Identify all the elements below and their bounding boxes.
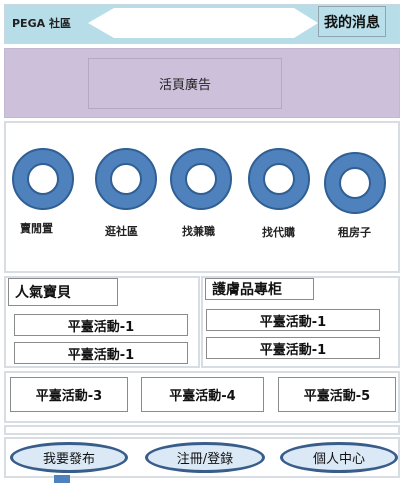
register-login-button[interactable]: 注冊/登錄 xyxy=(145,442,265,473)
activity-5-button[interactable]: 平臺活動-5 xyxy=(278,377,396,412)
skincare-activity-2[interactable]: 平臺活動-1 xyxy=(206,337,380,359)
activity-3-button[interactable]: 平臺活動-3 xyxy=(10,377,128,412)
sell-idle-icon[interactable] xyxy=(12,148,74,210)
popular-activity-2[interactable]: 平臺活動-1 xyxy=(14,342,188,364)
brand-title: PEGA 社區 xyxy=(12,17,71,30)
popular-title[interactable]: 人氣寶貝 xyxy=(8,278,118,306)
purchasing-agent-icon[interactable] xyxy=(248,148,310,210)
ad-banner-text: 活頁廣告 xyxy=(88,58,282,109)
skincare-activity-1[interactable]: 平臺活動-1 xyxy=(206,309,380,331)
category-sell-idle[interactable]: 賣閒置 xyxy=(20,220,53,236)
my-messages-button[interactable]: 我的消息 xyxy=(318,6,386,37)
profile-button[interactable]: 個人中心 xyxy=(280,442,398,473)
rent-house-icon[interactable] xyxy=(324,152,386,214)
browse-community-icon[interactable] xyxy=(95,148,157,210)
category-browse-community[interactable]: 逛社區 xyxy=(105,223,138,239)
activity-4-button[interactable]: 平臺活動-4 xyxy=(141,377,264,412)
divider-strip xyxy=(4,425,400,435)
popular-activity-1[interactable]: 平臺活動-1 xyxy=(14,314,188,336)
search-arrow-box[interactable] xyxy=(88,7,320,39)
scroll-handle[interactable] xyxy=(54,475,70,483)
part-time-icon[interactable] xyxy=(170,148,232,210)
post-button[interactable]: 我要發布 xyxy=(10,442,128,473)
category-purchasing-agent[interactable]: 找代購 xyxy=(262,224,295,240)
category-part-time[interactable]: 找兼職 xyxy=(182,223,215,239)
category-rent-house[interactable]: 租房子 xyxy=(338,224,371,240)
skincare-title[interactable]: 護膚品專柜 xyxy=(205,278,314,300)
